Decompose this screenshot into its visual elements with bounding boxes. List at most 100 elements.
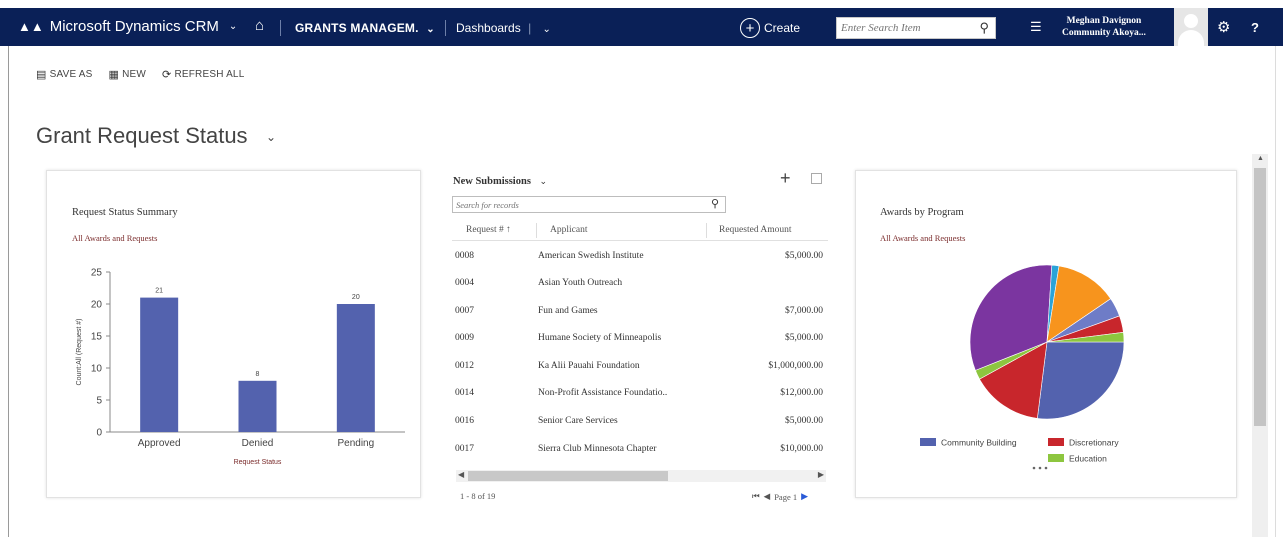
nav-separator: | bbox=[528, 21, 532, 35]
global-search: ⚲ bbox=[836, 17, 996, 39]
cell-applicant[interactable]: Asian Youth Outreach bbox=[538, 278, 622, 288]
grid-search-input[interactable] bbox=[456, 198, 696, 211]
cell-request-id: 0012 bbox=[455, 361, 474, 371]
module-menu[interactable]: GRANTS MANAGEM. ⌄ bbox=[295, 21, 435, 35]
cell-request-id: 0007 bbox=[455, 306, 474, 316]
cell-amount: $10,000.00 bbox=[780, 444, 823, 454]
chevron-down-icon: ⌄ bbox=[539, 176, 548, 186]
gear-icon[interactable]: ⚙ bbox=[1217, 18, 1230, 36]
search-input[interactable] bbox=[841, 20, 965, 36]
module-label: GRANTS MANAGEM. bbox=[295, 21, 419, 35]
home-icon[interactable]: ⌂ bbox=[255, 17, 264, 34]
column-header-request[interactable]: Request # ↑ bbox=[466, 225, 511, 235]
new-label: NEW bbox=[122, 69, 147, 80]
cell-applicant[interactable]: American Swedish Institute bbox=[538, 251, 644, 261]
legend-swatch bbox=[1048, 454, 1064, 462]
add-record-icon[interactable]: + bbox=[780, 168, 791, 189]
dashboards-menu[interactable]: Dashboards | ⌄ bbox=[456, 21, 551, 35]
brand-menu[interactable]: ▲▲ Microsoft Dynamics CRM ⌄ bbox=[18, 18, 237, 35]
page-vertical-scrollbar[interactable]: ▲ bbox=[1252, 154, 1268, 537]
nav-separator bbox=[445, 20, 446, 36]
y-tick-label: 15 bbox=[91, 332, 103, 343]
x-tick-label: Approved bbox=[138, 438, 181, 449]
refresh-all-button[interactable]: ⟳ REFRESH ALL bbox=[162, 68, 244, 81]
table-row[interactable]: 0016 Senior Care Services $5,000.00 bbox=[452, 409, 828, 436]
chevron-down-icon: ⌄ bbox=[542, 24, 551, 35]
bar bbox=[140, 297, 179, 432]
cell-applicant[interactable]: Sierra Club Minnesota Chapter bbox=[538, 444, 656, 454]
table-row[interactable]: 0012 Ka Alii Pauahi Foundation $1,000,00… bbox=[452, 354, 828, 381]
view-selector[interactable]: New Submissions ⌄ bbox=[453, 176, 547, 187]
cell-request-id: 0009 bbox=[455, 333, 474, 343]
y-tick-label: 5 bbox=[96, 396, 102, 407]
y-tick-label: 0 bbox=[96, 428, 102, 439]
cell-amount: $5,000.00 bbox=[785, 333, 823, 343]
help-icon[interactable]: ? bbox=[1251, 20, 1259, 35]
status-chart-subtitle: All Awards and Requests bbox=[72, 233, 158, 243]
legend-swatch bbox=[1048, 438, 1064, 446]
chevron-down-icon[interactable]: ⌄ bbox=[266, 130, 276, 144]
cell-applicant[interactable]: Fun and Games bbox=[538, 306, 598, 316]
column-header-amount[interactable]: Requested Amount bbox=[719, 225, 792, 235]
x-axis-label: Request Status bbox=[234, 459, 282, 466]
status-chart-title[interactable]: Request Status Summary bbox=[72, 207, 178, 218]
view-name: New Submissions bbox=[453, 176, 531, 187]
cell-request-id: 0008 bbox=[455, 251, 474, 261]
y-axis-label: Count:All (Request #) bbox=[76, 319, 83, 386]
column-header-applicant[interactable]: Applicant bbox=[550, 225, 587, 235]
bar bbox=[336, 304, 375, 432]
brand-label: Microsoft Dynamics CRM bbox=[49, 18, 219, 35]
dynamics-logo-icon: ▲▲ bbox=[18, 19, 44, 34]
pie-slice bbox=[1037, 341, 1125, 420]
awards-pie-chart bbox=[969, 264, 1125, 420]
search-icon[interactable]: ⚲ bbox=[711, 197, 719, 210]
view-records-icon[interactable] bbox=[811, 173, 822, 184]
first-page-icon[interactable]: ⏮ bbox=[752, 491, 760, 502]
awards-chart-subtitle: All Awards and Requests bbox=[880, 233, 966, 243]
scroll-thumb[interactable] bbox=[1254, 168, 1266, 426]
nav-separator bbox=[280, 20, 281, 36]
avatar-body bbox=[1178, 30, 1204, 46]
cell-applicant[interactable]: Non-Profit Assistance Foundatio.. bbox=[538, 388, 667, 398]
previous-page-icon[interactable]: ◀ bbox=[764, 491, 771, 502]
cell-request-id: 0016 bbox=[455, 416, 474, 426]
grid-horizontal-scrollbar[interactable]: ◀ ▶ bbox=[456, 470, 826, 482]
avatar[interactable] bbox=[1174, 8, 1208, 46]
table-row[interactable]: 0009 Humane Society of Minneapolis $5,00… bbox=[452, 326, 828, 353]
page-title[interactable]: Grant Request Status bbox=[36, 123, 248, 149]
table-row[interactable]: 0004 Asian Youth Outreach bbox=[452, 271, 828, 298]
legend-label: Community Building bbox=[941, 438, 1017, 448]
cell-applicant[interactable]: Ka Alii Pauahi Foundation bbox=[538, 361, 640, 371]
search-icon[interactable]: ⚲ bbox=[979, 20, 989, 36]
next-page-icon[interactable]: ▶ bbox=[801, 491, 808, 502]
window-edge bbox=[8, 46, 9, 537]
new-button[interactable]: ▦ NEW bbox=[109, 68, 147, 81]
cell-amount: $5,000.00 bbox=[785, 416, 823, 426]
create-button[interactable]: + Create bbox=[740, 18, 800, 38]
cell-amount: $7,000.00 bbox=[785, 306, 823, 316]
table-row[interactable]: 0017 Sierra Club Minnesota Chapter $10,0… bbox=[452, 437, 828, 464]
user-info[interactable]: Meghan Davignon Community Akoya... bbox=[1062, 15, 1146, 39]
scroll-left-icon[interactable]: ◀ bbox=[458, 470, 464, 479]
awards-chart-title[interactable]: Awards by Program bbox=[880, 207, 964, 218]
scroll-up-icon[interactable]: ▲ bbox=[1257, 155, 1264, 162]
x-tick-label: Pending bbox=[337, 438, 374, 449]
table-row[interactable]: 0008 American Swedish Institute $5,000.0… bbox=[452, 244, 828, 271]
scroll-right-icon[interactable]: ▶ bbox=[818, 470, 824, 479]
user-org: Community Akoya... bbox=[1062, 28, 1146, 38]
cell-applicant[interactable]: Senior Care Services bbox=[538, 416, 618, 426]
refresh-icon: ⟳ bbox=[162, 69, 172, 81]
cell-applicant[interactable]: Humane Society of Minneapolis bbox=[538, 333, 661, 343]
save-as-label: SAVE AS bbox=[49, 69, 93, 80]
save-as-button[interactable]: ▤ SAVE AS bbox=[36, 68, 93, 81]
recent-items-icon[interactable]: ☰ bbox=[1030, 19, 1042, 35]
cell-amount: $1,000,000.00 bbox=[768, 361, 823, 371]
legend-label: Discretionary bbox=[1069, 438, 1119, 448]
grid-search: ⚲ bbox=[452, 196, 726, 213]
table-row[interactable]: 0007 Fun and Games $7,000.00 bbox=[452, 299, 828, 326]
table-row[interactable]: 0014 Non-Profit Assistance Foundatio.. $… bbox=[452, 381, 828, 408]
legend-more-dot bbox=[1038, 466, 1042, 470]
cell-request-id: 0004 bbox=[455, 278, 474, 288]
scroll-thumb[interactable] bbox=[468, 471, 668, 481]
chevron-down-icon: ⌄ bbox=[426, 24, 435, 35]
